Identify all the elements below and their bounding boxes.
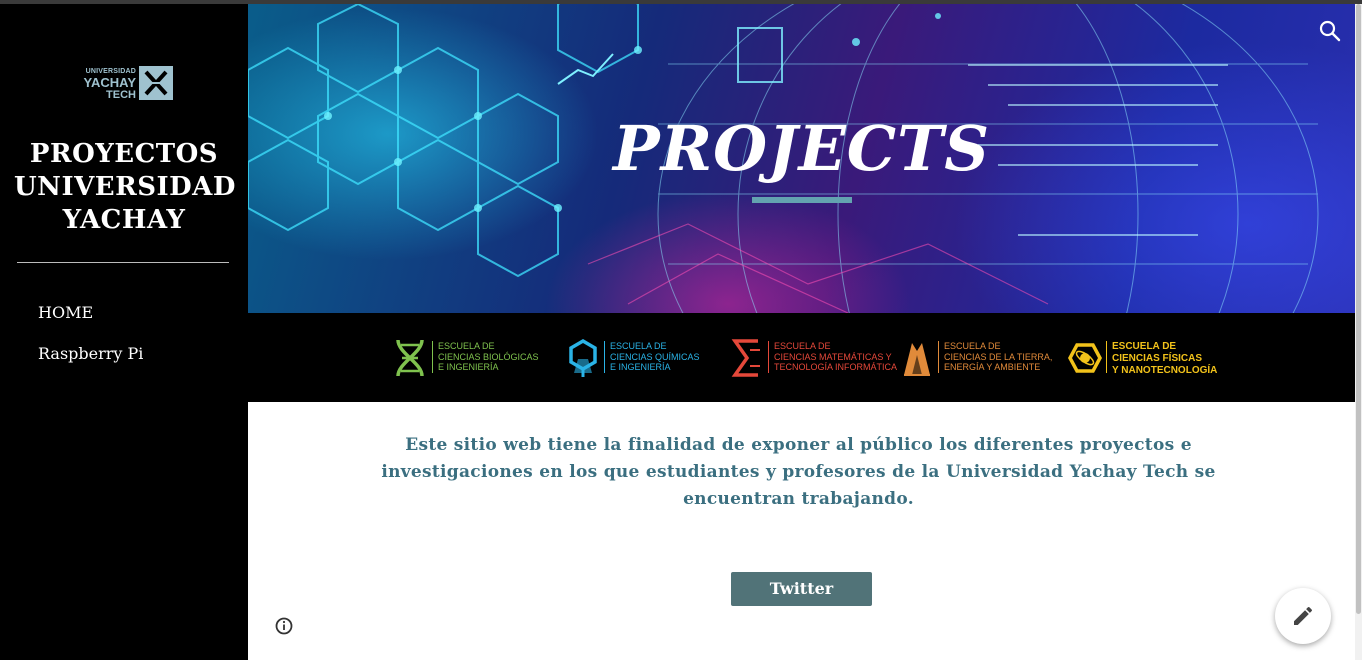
hero-title-underline — [752, 197, 852, 203]
sigma-icon — [731, 339, 760, 377]
logo-text: UNIVERSIDAD YACHAY TECH — [83, 68, 136, 101]
molecule-icon — [569, 338, 597, 377]
nav-item-raspberry-pi[interactable]: Raspberry Pi — [38, 343, 143, 384]
nav-item-home[interactable]: HOME — [38, 302, 143, 343]
school-name: Escuela de Ciencias Físicas y Nanotecnol… — [1112, 341, 1218, 376]
intro-paragraph: Este sitio web tiene la finalidad de exp… — [381, 435, 1216, 509]
sidebar-nav: HOME Raspberry Pi — [38, 302, 143, 384]
school-divider — [1106, 341, 1107, 373]
page-scrollbar[interactable] — [1355, 4, 1362, 660]
school-divider — [604, 341, 605, 373]
pencil-icon — [1294, 606, 1313, 625]
university-logo[interactable]: UNIVERSIDAD YACHAY TECH — [70, 66, 176, 106]
hero-banner: PROJECTS — [248, 4, 1355, 313]
main-content: Este sitio web tiene la finalidad de exp… — [248, 402, 1355, 660]
school-divider — [432, 341, 433, 373]
schools-band: Escuela de Ciencias Biológicas e Ingenie… — [248, 313, 1355, 402]
site-title[interactable]: PROYECTOS UNIVERSIDAD YACHAY — [14, 138, 235, 237]
search-button[interactable] — [1317, 18, 1343, 44]
sidebar-divider — [17, 262, 229, 263]
school-name: Escuela de Ciencias Matemáticas y Tecnol… — [774, 341, 898, 372]
school-name: Escuela de Ciencias Químicas e Ingenierí… — [610, 341, 700, 372]
school-divider — [938, 341, 939, 373]
sidebar: UNIVERSIDAD YACHAY TECH PROYECTOS UNIVER… — [0, 4, 248, 660]
hero-title: PROJECTS — [612, 112, 990, 185]
hexagon-atom-icon — [1068, 343, 1102, 373]
search-icon — [1319, 20, 1341, 42]
edit-button[interactable] — [1275, 588, 1331, 644]
info-icon[interactable] — [274, 616, 294, 636]
mountain-icon — [904, 343, 930, 376]
dna-icon — [396, 339, 424, 377]
school-name: Escuela de Ciencias de la Tierra, Energí… — [944, 341, 1053, 372]
twitter-button[interactable]: Twitter — [731, 572, 872, 606]
scrollbar-thumb[interactable] — [1356, 4, 1361, 614]
yachay-logo-mark-icon — [139, 66, 173, 100]
school-name: Escuela de Ciencias Biológicas e Ingenie… — [438, 341, 539, 372]
school-divider — [768, 341, 769, 373]
